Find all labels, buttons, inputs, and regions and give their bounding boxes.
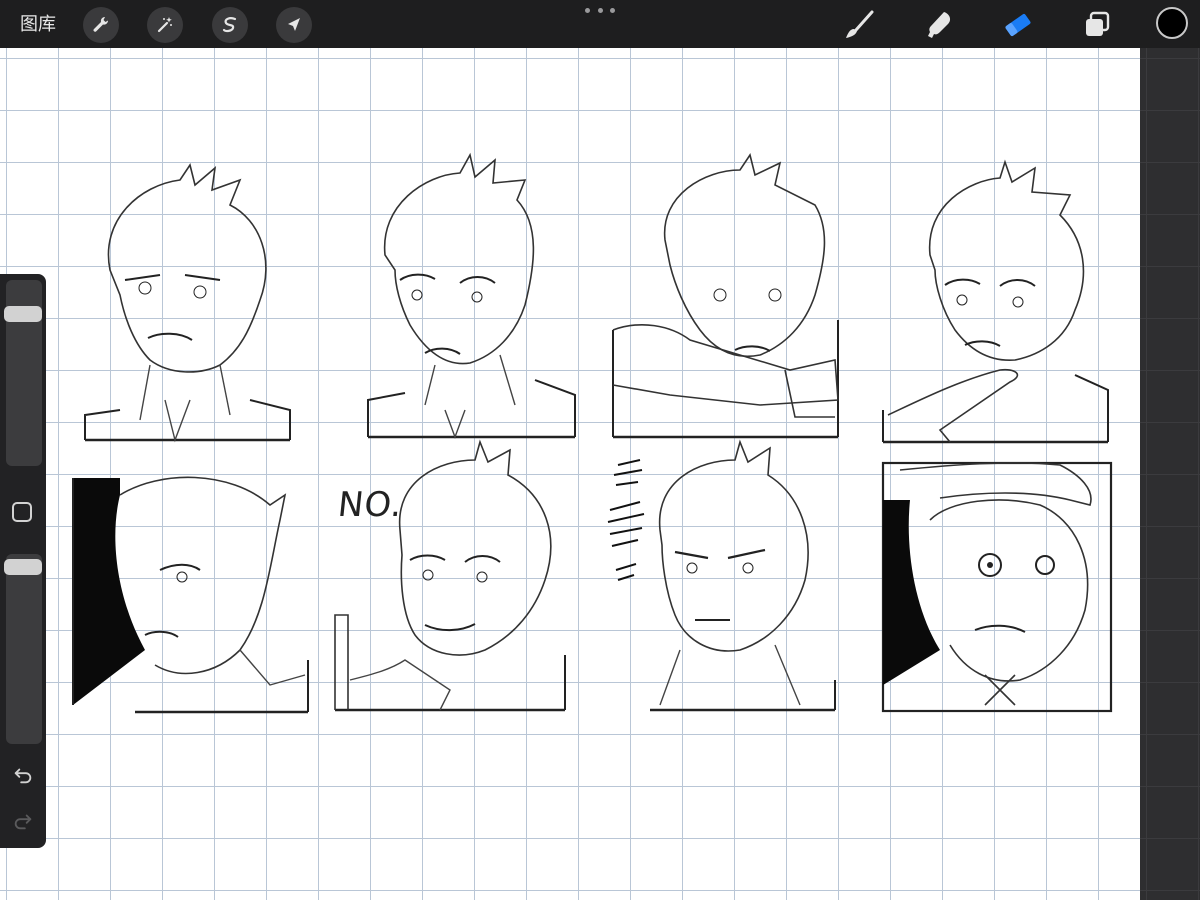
opacity-thumb[interactable] <box>4 559 42 576</box>
undo-button[interactable] <box>10 762 36 788</box>
side-toolbar <box>0 274 46 848</box>
smudge-icon <box>928 12 951 38</box>
smudge-button[interactable] <box>922 8 956 42</box>
opacity-slider[interactable] <box>4 554 42 744</box>
undo-icon <box>14 768 32 784</box>
transform-button[interactable] <box>276 7 312 43</box>
brush-size-thumb[interactable] <box>4 305 42 322</box>
eraser-button[interactable] <box>1001 8 1035 42</box>
sketch-panel-shocked <box>880 460 1115 715</box>
gallery-button[interactable]: 图库 <box>20 12 56 36</box>
dot-icon <box>610 7 615 13</box>
selection-button[interactable] <box>212 7 248 43</box>
sketch-panel-annoyed <box>600 439 840 715</box>
canvas-margin <box>1140 48 1200 900</box>
transform-arrow-icon <box>288 18 300 31</box>
brush-button[interactable] <box>842 8 876 42</box>
sketch-panel-worried <box>365 152 580 440</box>
magic-wand-icon <box>157 17 172 33</box>
modify-button[interactable] <box>12 502 32 522</box>
sketch-panel-tired <box>610 153 840 440</box>
selection-icon <box>222 17 237 33</box>
actions-button[interactable] <box>83 7 119 43</box>
brush-icon <box>846 10 874 38</box>
adjustments-button[interactable] <box>147 7 183 43</box>
dot-icon <box>585 7 590 13</box>
redo-icon <box>14 814 32 830</box>
eraser-icon <box>1005 13 1031 37</box>
sketch-panel-refusing <box>330 439 570 715</box>
dot-icon <box>597 7 603 13</box>
sketch-panel-angry <box>80 160 295 445</box>
redo-button[interactable] <box>10 808 36 834</box>
sketch-panel-shadowed <box>70 475 310 715</box>
sketch-panel-nervous <box>880 159 1110 445</box>
top-toolbar: 图库 <box>0 0 1200 48</box>
more-options-button[interactable] <box>585 3 615 17</box>
brush-size-slider[interactable] <box>4 280 42 466</box>
layers-button[interactable] <box>1080 8 1114 42</box>
layers-icon <box>1086 11 1110 36</box>
wrench-icon <box>93 16 109 32</box>
color-picker-button[interactable] <box>1156 7 1188 39</box>
